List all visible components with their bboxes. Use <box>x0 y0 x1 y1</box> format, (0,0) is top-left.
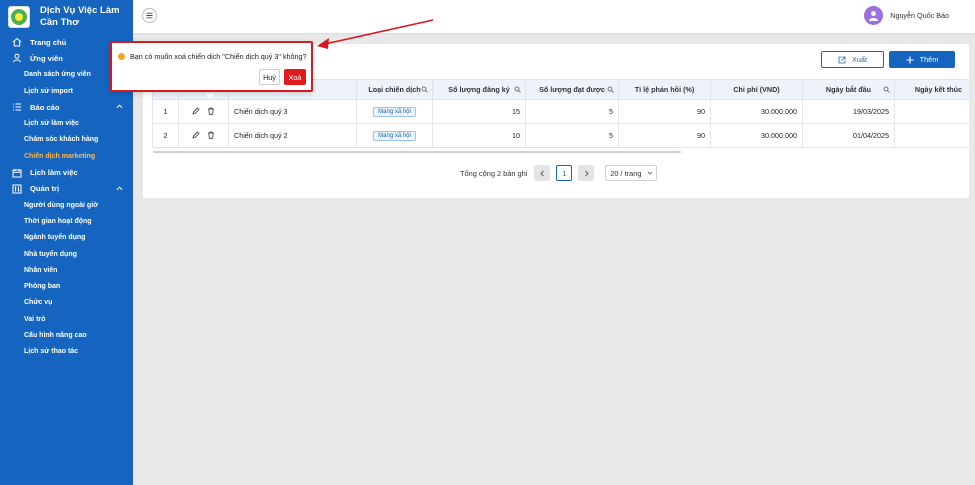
sidebar-item-quan-tri[interactable]: Quản trị <box>0 181 133 197</box>
confirm-message: Bạn có muốn xoá chiến dịch "Chiến dịch q… <box>118 52 307 61</box>
settings-icon <box>11 184 22 194</box>
logo <box>8 6 30 28</box>
sidebar-item-lich-su-lam-viec[interactable]: Lịch sử làm việc <box>0 115 133 131</box>
pagination: Tổng cộng 2 bản ghi 1 20 / trang <box>460 165 658 181</box>
popover-arrow <box>206 94 214 98</box>
avatar <box>864 6 884 25</box>
brand-title: Dịch Vụ Việc Làm Cần Thơ <box>40 5 120 28</box>
chevron-down-icon <box>647 171 652 175</box>
col-achieved[interactable]: Số lượng đạt được <box>525 79 619 100</box>
home-icon <box>11 37 22 47</box>
search-icon[interactable] <box>883 86 890 93</box>
row-actions <box>178 99 229 124</box>
col-response-rate: Tỉ lệ phản hồi (%) <box>618 79 711 100</box>
cancel-button[interactable]: Huỷ <box>259 69 280 85</box>
user-name: Nguyễn Quốc Bảo <box>890 11 949 20</box>
sidebar-item-vai-tro[interactable]: Vai trò <box>0 311 133 327</box>
col-start-date[interactable]: Ngày bắt đầu <box>802 79 895 100</box>
page-size-select[interactable]: 20 / trang <box>605 165 658 181</box>
sidebar-item-thoi-gian-hoat-dong[interactable]: Thời gian hoạt động <box>0 213 133 229</box>
pagination-total: Tổng cộng 2 bản ghi <box>460 168 528 178</box>
next-page-button[interactable] <box>578 165 595 181</box>
plus-icon <box>906 56 920 64</box>
confirm-delete-button[interactable]: Xoá <box>284 69 306 85</box>
sidebar-item-cau-hinh-nang-cao[interactable]: Cấu hình nâng cao <box>0 327 133 343</box>
menu-icon <box>146 12 153 19</box>
horizontal-scrollbar[interactable] <box>153 151 681 153</box>
col-cost: Chi phí (VND) <box>710 79 803 100</box>
edit-icon[interactable] <box>192 130 200 139</box>
brand[interactable]: Dịch Vụ Việc Làm Cần Thơ <box>0 0 133 34</box>
table-row[interactable]: 2 Chiến dịch quý 2 Mạng xã hội 10 5 90 3… <box>152 123 969 148</box>
sidebar-item-nha-tuyen-dung[interactable]: Nhà tuyển dụng <box>0 246 133 262</box>
list-icon <box>11 102 22 112</box>
edit-icon[interactable] <box>192 106 200 115</box>
search-icon[interactable] <box>514 86 521 93</box>
campaign-type-tag: Mạng xã hội <box>373 131 416 141</box>
sidebar-item-chien-dich-marketing[interactable]: Chiến dịch marketing <box>0 148 133 164</box>
sidebar-item-cham-soc-khach-hang[interactable]: Chăm sóc khách hàng <box>0 132 133 148</box>
sidebar-item-bao-cao[interactable]: Báo cáo <box>0 99 133 115</box>
row-actions <box>178 123 229 148</box>
menu-toggle-button[interactable] <box>142 8 157 23</box>
sidebar-item-chuc-vu[interactable]: Chức vụ <box>0 295 133 311</box>
user-menu[interactable]: Nguyễn Quốc Bảo <box>864 6 949 25</box>
calendar-icon <box>11 168 22 178</box>
delete-icon[interactable] <box>207 107 215 115</box>
warning-icon <box>118 53 125 60</box>
page-number-current[interactable]: 1 <box>556 165 573 181</box>
campaign-type-tag: Mạng xã hội <box>373 107 416 117</box>
search-icon[interactable] <box>421 86 428 93</box>
col-end-date[interactable]: Ngày kết thúc <box>894 79 969 100</box>
delete-confirm-popover: Bạn có muốn xoá chiến dịch "Chiến dịch q… <box>110 41 313 92</box>
search-icon[interactable] <box>607 86 614 93</box>
sidebar-item-lich-lam-viec[interactable]: Lịch làm việc <box>0 164 133 180</box>
table-row[interactable]: 1 Chiến dịch quý 3 Mạng xã hội 15 5 90 3… <box>152 99 969 124</box>
export-icon <box>838 56 852 64</box>
prev-page-button[interactable] <box>534 165 551 181</box>
chevron-up-icon <box>116 185 123 194</box>
sidebar-item-lich-su-thao-tac[interactable]: Lịch sử thao tác <box>0 344 133 360</box>
add-campaign-button[interactable]: Thêm <box>889 51 955 68</box>
sidebar-item-nganh-tuyen-dung[interactable]: Ngành tuyển dụng <box>0 230 133 246</box>
chevron-left-icon <box>540 170 544 176</box>
col-registered[interactable]: Số lượng đăng ký <box>432 79 526 100</box>
delete-icon[interactable] <box>207 131 215 139</box>
sidebar-item-nhan-vien[interactable]: Nhân viên <box>0 262 133 278</box>
chevron-up-icon <box>116 103 123 112</box>
user-icon <box>11 53 22 63</box>
sidebar-item-phong-ban[interactable]: Phòng ban <box>0 278 133 294</box>
export-button[interactable]: Xuất <box>821 51 884 68</box>
top-header: Nguyễn Quốc Bảo <box>133 0 975 33</box>
col-type[interactable]: Loại chiến dịch <box>356 79 433 100</box>
chevron-right-icon <box>585 170 589 176</box>
sidebar-item-nguoi-dung-ngoai-gio[interactable]: Người dùng ngoài giờ <box>0 197 133 213</box>
